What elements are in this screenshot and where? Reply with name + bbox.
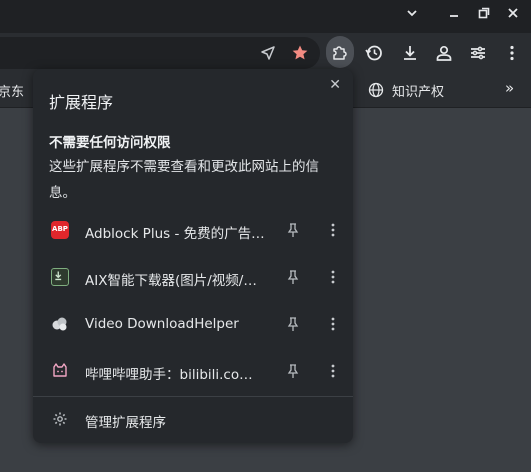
divider xyxy=(33,396,353,397)
extension-name: Adblock Plus - 免费的广告拦截器 xyxy=(85,226,265,242)
download-icon[interactable] xyxy=(398,41,422,65)
section-heading: 不需要任何访问权限 xyxy=(49,135,171,151)
chevron-down-icon[interactable] xyxy=(402,6,422,26)
extension-item-adblock[interactable]: ABP Adblock Plus - 免费的广告拦截器 xyxy=(33,208,353,255)
pin-icon[interactable] xyxy=(285,222,301,238)
section-description: 这些扩展程序不需要查看和更改此网站上的信息。 xyxy=(49,159,319,201)
manage-extensions-label: 管理扩展程序 xyxy=(85,415,166,431)
extension-item-aix[interactable]: AIX智能下载器(图片/视频/音频) xyxy=(33,255,353,302)
close-window-icon[interactable] xyxy=(503,6,523,26)
restore-icon[interactable] xyxy=(474,6,494,26)
globe-icon xyxy=(368,82,384,98)
bilibili-helper-icon xyxy=(51,362,69,380)
puzzle-icon xyxy=(331,43,349,61)
abp-icon: ABP xyxy=(51,221,69,239)
bookmarks-overflow-button[interactable]: » xyxy=(505,79,514,97)
extensions-button[interactable] xyxy=(326,36,354,68)
popup-title: 扩展程序 xyxy=(49,93,114,112)
more-options-icon[interactable] xyxy=(327,316,339,332)
extension-name: AIX智能下载器(图片/视频/音频) xyxy=(85,273,265,289)
aix-download-icon xyxy=(51,268,69,286)
close-icon[interactable]: ✕ xyxy=(329,77,341,93)
profile-icon[interactable] xyxy=(432,41,456,65)
bookmark-item-ip[interactable]: 知识产权 xyxy=(392,81,444,100)
gear-icon xyxy=(52,411,68,427)
extension-name: 哔哩哔哩助手：bilibili.com 综合辅助扩展 xyxy=(85,367,265,383)
extensions-popup: 扩展程序 ✕ 不需要任何访问权限 这些扩展程序不需要查看和更改此网站上的信息。 … xyxy=(33,69,353,443)
pin-icon[interactable] xyxy=(285,363,301,379)
bookmark-item-jd[interactable]: 京东 xyxy=(0,81,24,100)
menu-dots-icon[interactable] xyxy=(500,41,524,65)
extension-item-video-downloadhelper[interactable]: Video DownloadHelper xyxy=(33,302,353,349)
minimize-icon[interactable] xyxy=(444,6,464,26)
extension-name: Video DownloadHelper xyxy=(85,316,239,332)
star-icon[interactable] xyxy=(288,41,312,65)
pin-icon[interactable] xyxy=(285,269,301,285)
more-options-icon[interactable] xyxy=(327,269,339,285)
manage-extensions-button[interactable]: 管理扩展程序 xyxy=(33,399,353,439)
video-downloadhelper-icon xyxy=(51,315,69,333)
send-icon[interactable] xyxy=(256,41,280,65)
more-options-icon[interactable] xyxy=(327,222,339,238)
pin-icon[interactable] xyxy=(285,316,301,332)
settings-sliders-icon[interactable] xyxy=(466,41,490,65)
title-bar xyxy=(0,0,531,33)
history-icon[interactable] xyxy=(362,41,386,65)
extension-item-bilibili[interactable]: 哔哩哔哩助手：bilibili.com 综合辅助扩展 xyxy=(33,349,353,396)
more-options-icon[interactable] xyxy=(327,363,339,379)
